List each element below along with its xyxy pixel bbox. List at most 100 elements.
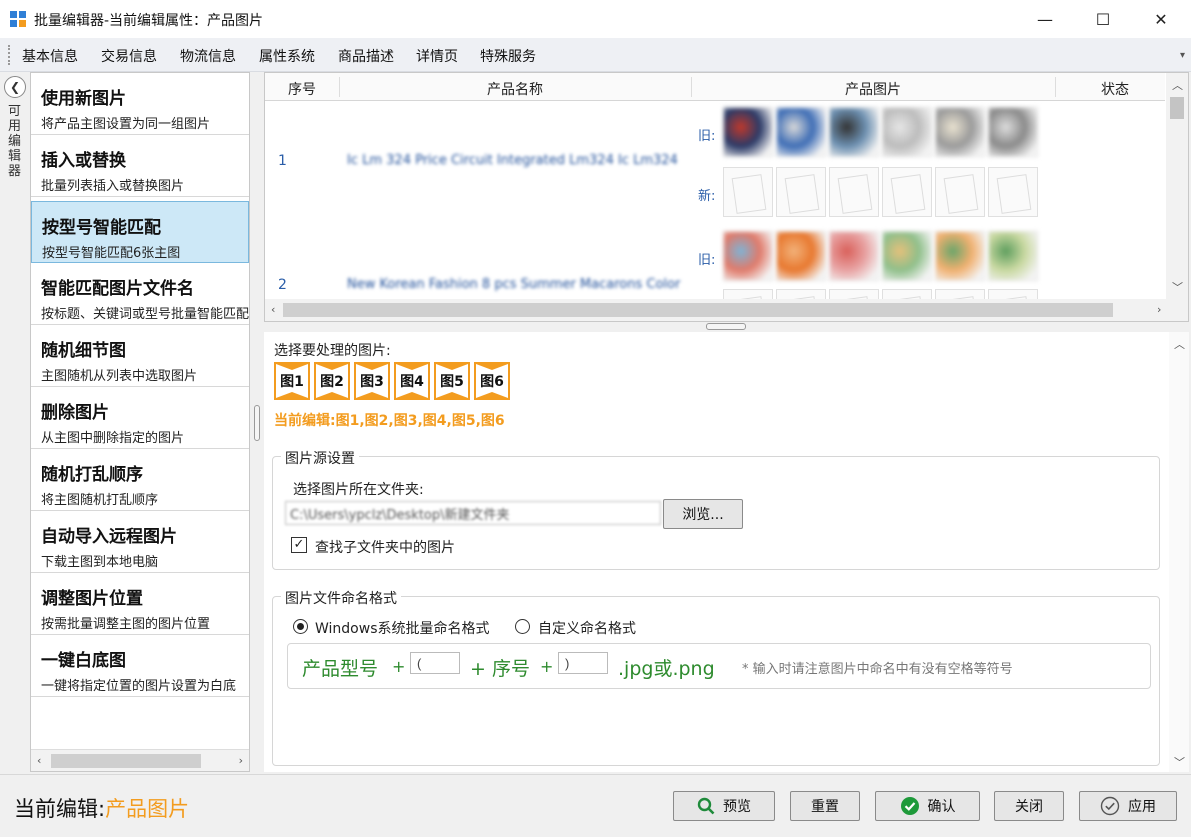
available-editors-label: 可用编辑器 [8,104,22,179]
apply-button[interactable]: 应用 [1079,791,1177,821]
editor-delete-image[interactable]: 删除图片 从主图中删除指定的图片 [31,387,249,449]
menu-overflow-icon[interactable]: ▾ [1180,50,1185,61]
col-product-name[interactable]: 产品名称 [339,79,691,99]
menu-basic-info[interactable]: 基本信息 [22,46,78,66]
scrollbar-thumb[interactable] [51,754,201,768]
old-images-label: 旧: [698,129,716,144]
editor-insert-or-replace[interactable]: 插入或替换 批量列表插入或替换图片 [31,135,249,197]
editor-title: 智能匹配图片文件名 [41,279,194,299]
suffix-input[interactable] [558,652,608,674]
collapse-sidebar-icon[interactable]: ❮ [4,76,26,98]
col-product-image[interactable]: 产品图片 [691,79,1055,99]
editor-desc: 将产品主图设置为同一组图片 [41,117,211,132]
menu-product-description[interactable]: 商品描述 [338,46,394,66]
new-image-slot[interactable] [723,167,773,217]
old-image-thumbnail[interactable] [882,107,932,157]
minimize-button[interactable]: — [1016,0,1074,38]
editor-desc: 按标题、关键词或型号批量智能匹配 [41,307,249,322]
editor-title: 随机打乱顺序 [41,465,143,485]
radio-custom-format[interactable] [515,619,530,634]
image-chip-4[interactable]: 图4 [394,362,430,400]
scroll-right-icon[interactable]: › [239,754,243,767]
editor-import-remote[interactable]: 自动导入远程图片 下载主图到本地电脑 [31,511,249,573]
radio-windows-format[interactable] [293,619,308,634]
editor-list-hscrollbar[interactable]: ‹ › [31,749,249,771]
new-images-label: 新: [698,189,716,204]
preview-button[interactable]: 预览 [673,791,775,821]
image-chip-2[interactable]: 图2 [314,362,350,400]
editor-desc: 将主图随机打乱顺序 [41,493,159,508]
menu-detail-page[interactable]: 详情页 [416,46,458,66]
old-image-thumbnail[interactable] [829,231,879,281]
editor-random-detail[interactable]: 随机细节图 主图随机从列表中选取图片 [31,325,249,387]
row-product-name[interactable]: New Korean Fashion 8 pcs Summer Macarons… [347,277,683,292]
editor-match-by-model[interactable]: 按型号智能匹配 按型号智能匹配6张主图 [31,201,249,263]
image-chip-1[interactable]: 图1 [274,362,310,400]
old-image-thumbnail[interactable] [776,107,826,157]
scroll-up-icon[interactable]: ︿ [1172,77,1183,93]
browse-button[interactable]: 浏览... [663,499,743,529]
apply-label: 应用 [1128,799,1156,815]
editor-title: 调整图片位置 [41,589,143,609]
col-status[interactable]: 状态 [1055,79,1175,99]
menu-special-service[interactable]: 特殊服务 [480,46,536,66]
old-image-thumbnail[interactable] [776,231,826,281]
subfolder-label: 查找子文件夹中的图片 [315,540,455,556]
menu-logistics-info[interactable]: 物流信息 [180,46,236,66]
close-window-button[interactable]: ✕ [1132,0,1190,38]
scrollbar-thumb[interactable] [283,303,1113,317]
close-button[interactable]: 关闭 [994,791,1064,821]
old-image-thumbnail[interactable] [829,107,879,157]
settings-panel: 选择要处理的图片: 图1 图2 图3 图4 图5 图6 当前编辑:图1,图2,图… [264,332,1189,772]
old-image-thumbnail[interactable] [935,107,985,157]
radio-custom-label[interactable]: 自定义命名格式 [538,618,636,638]
current-editing-value: 产品图片 [105,797,190,821]
search-icon [697,797,715,815]
old-image-thumbnail[interactable] [882,231,932,281]
scroll-left-icon[interactable]: ‹ [37,754,41,767]
scroll-right-icon[interactable]: › [1157,303,1161,316]
editor-adjust-position[interactable]: 调整图片位置 按需批量调整主图的图片位置 [31,573,249,635]
editor-white-background[interactable]: 一键白底图 一键将指定位置的图片设置为白底 [31,635,249,697]
scroll-down-icon[interactable]: ﹀ [1174,754,1185,770]
new-image-slot[interactable] [935,167,985,217]
confirm-label: 确认 [927,799,956,815]
title-bar: 批量编辑器-当前编辑属性：产品图片 — ☐ ✕ [0,0,1191,38]
confirm-button[interactable]: 确认 [875,791,980,821]
new-image-slot[interactable] [882,167,932,217]
menu-trade-info[interactable]: 交易信息 [101,46,157,66]
new-image-slot[interactable] [776,167,826,217]
old-image-thumbnail[interactable] [988,107,1038,157]
col-index[interactable]: 序号 [265,79,339,99]
image-chip-6[interactable]: 图6 [474,362,510,400]
grid-hscrollbar[interactable]: ‹ › [265,299,1188,321]
scroll-left-icon[interactable]: ‹ [271,303,275,316]
old-image-thumbnail[interactable] [935,231,985,281]
editor-match-filename[interactable]: 智能匹配图片文件名 按标题、关键词或型号批量智能匹配 [31,263,249,325]
scrollbar-thumb[interactable] [1170,97,1184,119]
old-image-thumbnail[interactable] [723,231,773,281]
scroll-down-icon[interactable]: ﹀ [1172,279,1183,295]
settings-vscrollbar[interactable]: ︿ ﹀ [1169,332,1189,772]
maximize-button[interactable]: ☐ [1074,0,1132,38]
new-image-slot[interactable] [829,167,879,217]
prefix-input[interactable] [410,652,460,674]
row-product-name[interactable]: Ic Lm 324 Price Circuit Integrated Lm324… [347,153,683,168]
new-image-slot[interactable] [988,167,1038,217]
old-image-thumbnail[interactable] [723,107,773,157]
old-image-thumbnail[interactable] [988,231,1038,281]
check-circle-icon [900,797,919,815]
editor-shuffle-order[interactable]: 随机打乱顺序 将主图随机打乱顺序 [31,449,249,511]
image-chip-5[interactable]: 图5 [434,362,470,400]
reset-button[interactable]: 重置 [790,791,860,821]
menu-attribute-system[interactable]: 属性系统 [259,46,315,66]
scroll-up-icon[interactable]: ︿ [1174,336,1185,352]
editor-use-new-image[interactable]: 使用新图片 将产品主图设置为同一组图片 [31,73,249,135]
subfolder-checkbox[interactable]: ✓ [291,537,307,553]
vertical-splitter-handle[interactable] [254,405,260,441]
folder-path-input[interactable] [285,501,661,525]
horizontal-splitter-handle[interactable] [706,323,746,330]
grid-vscrollbar[interactable]: ︿ ﹀ [1166,73,1188,299]
image-chip-3[interactable]: 图3 [354,362,390,400]
radio-windows-label[interactable]: Windows系统批量命名格式 [315,618,490,638]
